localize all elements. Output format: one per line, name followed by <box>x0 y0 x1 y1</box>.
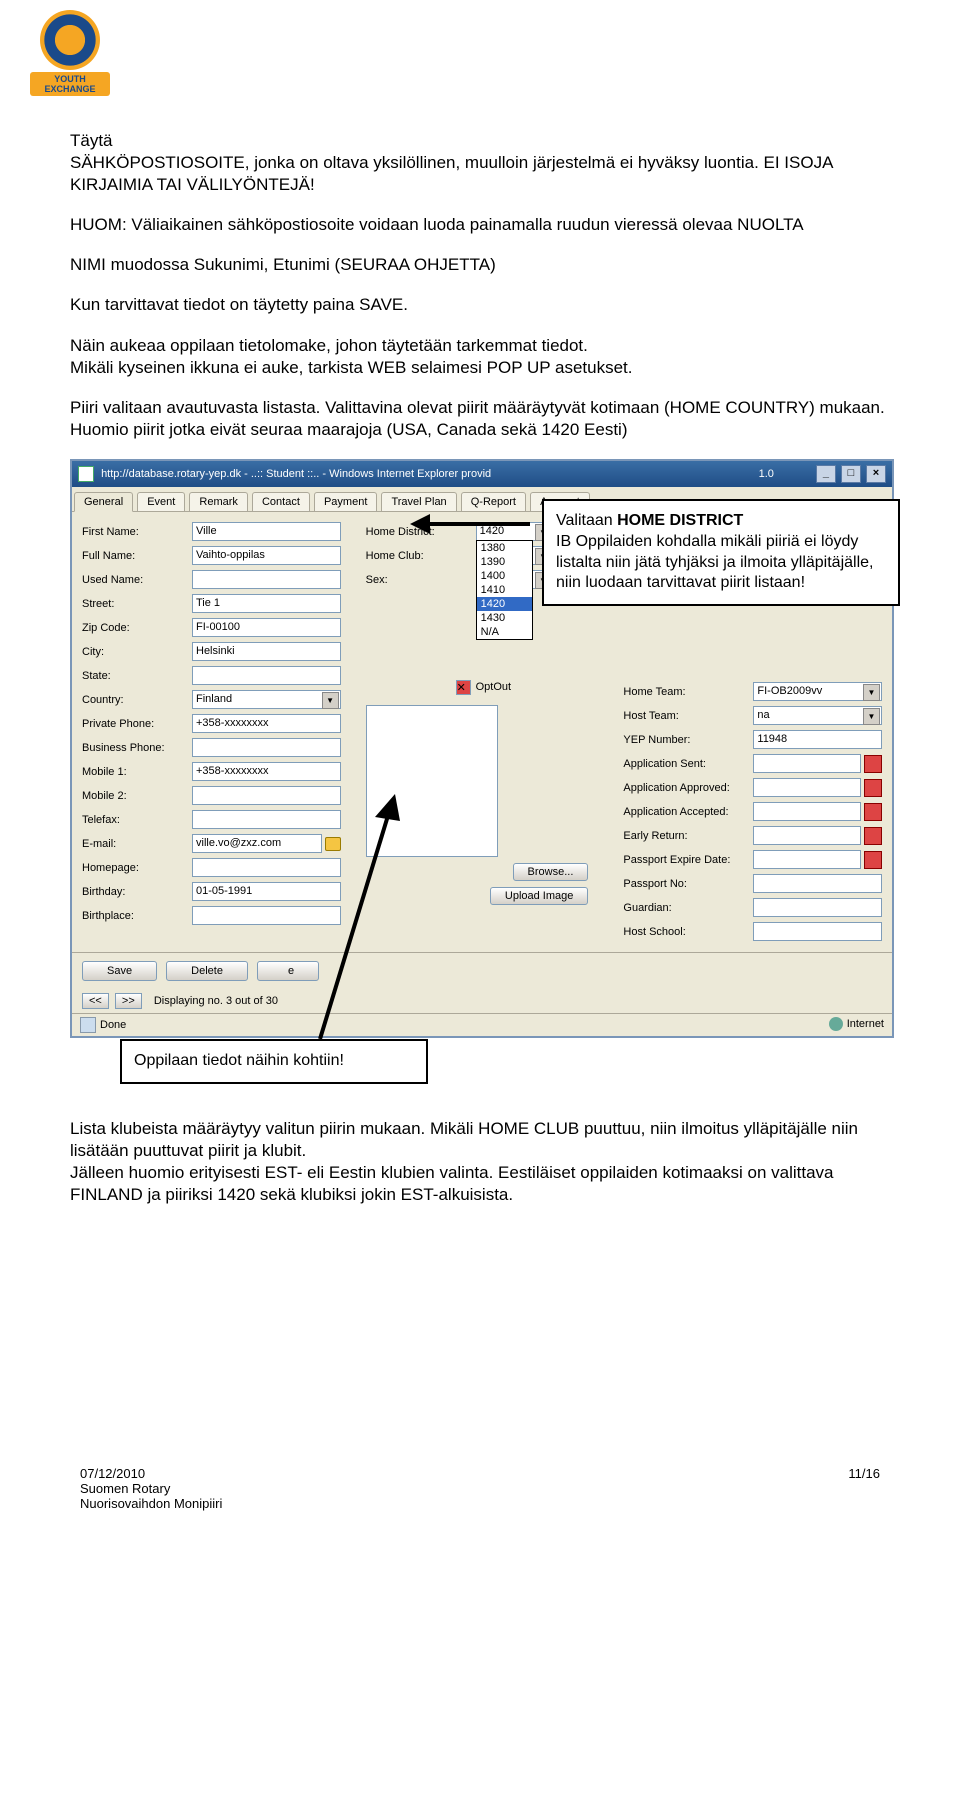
upload-image-button[interactable]: Upload Image <box>490 887 589 905</box>
input-fullname[interactable]: Vaihto-oppilas <box>192 546 341 565</box>
browse-button[interactable]: Browse... <box>513 863 589 881</box>
input-applicationsent[interactable] <box>753 754 861 773</box>
tab-payment[interactable]: Payment <box>314 492 377 511</box>
district-dropdown-list[interactable]: 138013901400141014201430N/A <box>476 540 533 640</box>
district-option-1390[interactable]: 1390 <box>477 555 532 569</box>
student-image-box <box>366 705 498 857</box>
page-footer: 07/12/2010 Suomen Rotary Nuorisovaihdon … <box>70 1466 890 1511</box>
district-option-1400[interactable]: 1400 <box>477 569 532 583</box>
input-businessphone[interactable] <box>192 738 341 757</box>
input-guardian[interactable] <box>753 898 882 917</box>
input-applicationapproved[interactable] <box>753 778 861 797</box>
done-icon <box>80 1017 96 1033</box>
input-firstname[interactable]: Ville <box>192 522 341 541</box>
input-country[interactable]: Finland <box>192 690 341 709</box>
input-homepage[interactable] <box>192 858 341 877</box>
record-navigation: << >> Displaying no. 3 out of 30 <box>72 989 892 1013</box>
tab-travel-plan[interactable]: Travel Plan <box>381 492 456 511</box>
screenshot-container: http://database.rotary-yep.dk - ..:: Stu… <box>70 459 890 1038</box>
input-hometeam[interactable]: FI-OB2009vv <box>753 682 882 701</box>
form-col-left: First Name:VilleFull Name:Vaihto-oppilas… <box>82 522 341 946</box>
input-telefax[interactable] <box>192 810 341 829</box>
calendar-icon[interactable] <box>864 755 882 773</box>
window-titlebar: http://database.rotary-yep.dk - ..:: Stu… <box>72 461 892 487</box>
district-option-1430[interactable]: 1430 <box>477 611 532 625</box>
optout-checkbox[interactable]: ✕ <box>456 680 471 695</box>
input-privatephone[interactable]: +358-xxxxxxxx <box>192 714 341 733</box>
page-icon <box>78 466 94 482</box>
status-bar: Done Internet <box>72 1013 892 1036</box>
input-hostteam[interactable]: na <box>753 706 882 725</box>
input-street[interactable]: Tie 1 <box>192 594 341 613</box>
calendar-icon[interactable] <box>864 827 882 845</box>
email-arrow-icon[interactable] <box>325 837 341 851</box>
input-e-mail[interactable]: ville.vo@zxz.com <box>192 834 322 853</box>
input-earlyreturn[interactable] <box>753 826 861 845</box>
input-usedname[interactable] <box>192 570 341 589</box>
internet-zone-icon <box>829 1017 843 1031</box>
district-option-1410[interactable]: 1410 <box>477 583 532 597</box>
tab-q-report[interactable]: Q-Report <box>461 492 526 511</box>
input-city[interactable]: Helsinki <box>192 642 341 661</box>
input-passportexpiredate[interactable] <box>753 850 861 869</box>
tab-contact[interactable]: Contact <box>252 492 310 511</box>
district-option-1420[interactable]: 1420 <box>477 597 532 611</box>
calendar-icon[interactable] <box>864 779 882 797</box>
tab-event[interactable]: Event <box>137 492 185 511</box>
nav-prev-button[interactable]: << <box>82 993 109 1009</box>
maximize-icon[interactable]: □ <box>841 465 861 483</box>
nav-next-button[interactable]: >> <box>115 993 142 1009</box>
close-button-partial[interactable]: e <box>257 961 319 981</box>
tab-general[interactable]: General <box>74 492 133 512</box>
close-icon[interactable]: × <box>866 465 886 483</box>
input-zipcode[interactable]: FI-00100 <box>192 618 341 637</box>
save-button[interactable]: Save <box>82 961 157 981</box>
district-option-N/A[interactable]: N/A <box>477 625 532 639</box>
delete-button[interactable]: Delete <box>166 961 248 981</box>
input-mobile2[interactable] <box>192 786 341 805</box>
calendar-icon[interactable] <box>864 803 882 821</box>
calendar-icon[interactable] <box>864 851 882 869</box>
callout-home-district: Valitaan HOME DISTRICT IB Oppilaiden koh… <box>542 499 900 606</box>
input-state[interactable] <box>192 666 341 685</box>
district-option-1380[interactable]: 1380 <box>477 541 532 555</box>
minimize-icon[interactable]: _ <box>816 465 836 483</box>
input-applicationaccepted[interactable] <box>753 802 861 821</box>
input-mobile1[interactable]: +358-xxxxxxxx <box>192 762 341 781</box>
input-birthplace[interactable] <box>192 906 341 925</box>
input-yepnumber[interactable]: 11948 <box>753 730 882 749</box>
body-text: TäytäSÄHKÖPOSTIOSOITE, jonka on oltava y… <box>70 130 890 441</box>
input-hostschool[interactable] <box>753 922 882 941</box>
callout-student-fields: Oppilaan tiedot näihin kohtiin! <box>120 1039 428 1084</box>
input-birthday[interactable]: 01-05-1991 <box>192 882 341 901</box>
rotary-logo: YOUTH EXCHANGE <box>30 10 110 105</box>
input-passportno[interactable] <box>753 874 882 893</box>
footer-buttons: Save Delete e <box>72 952 892 989</box>
tab-remark[interactable]: Remark <box>189 492 248 511</box>
body-text-bottom: Lista klubeista määräytyy valitun piirin… <box>70 1118 890 1206</box>
